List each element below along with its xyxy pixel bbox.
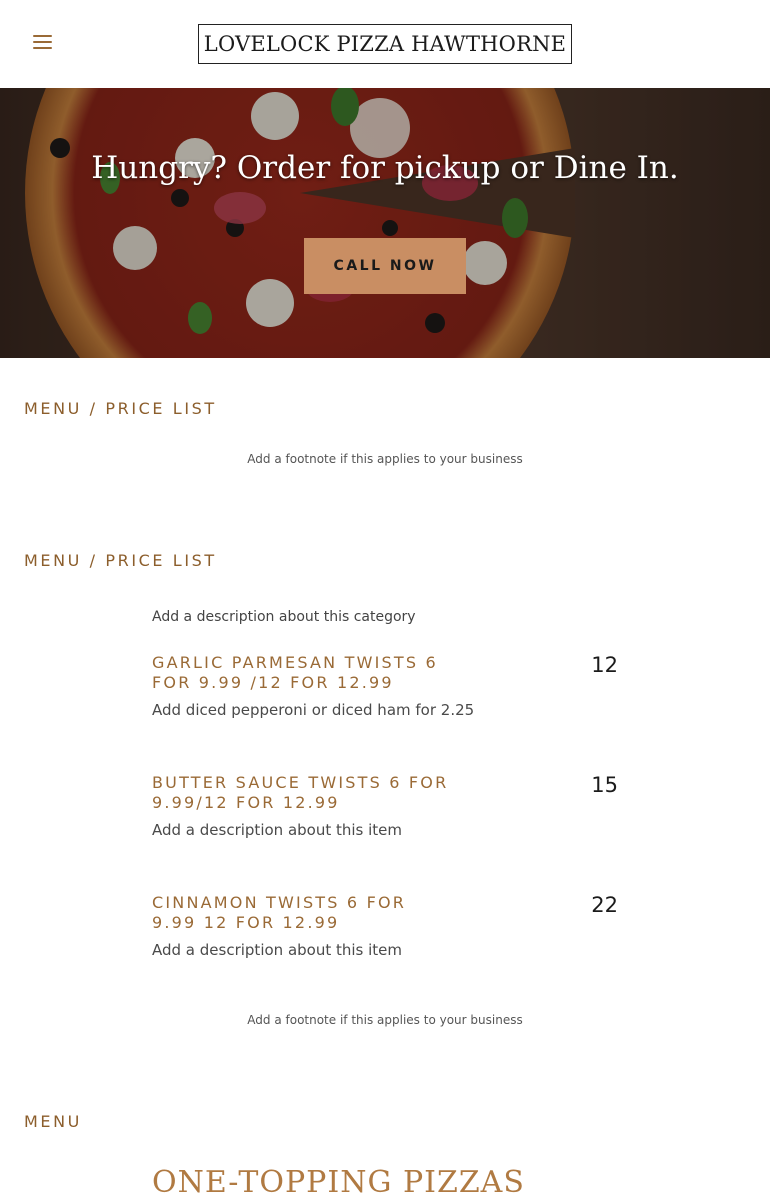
section-title-price-list-2: MENU / PRICE LIST	[24, 551, 217, 570]
menu-item: GARLIC PARMESAN TWISTS 6 FOR 9.99 /12 FO…	[152, 653, 622, 719]
section-title-price-list-1: MENU / PRICE LIST	[24, 399, 217, 418]
call-now-button[interactable]: CALL NOW	[304, 238, 466, 294]
menu-item-name: GARLIC PARMESAN TWISTS 6 FOR 9.99 /12 FO…	[152, 653, 438, 692]
menu-item-name: CINNAMON TWISTS 6 FOR 9.99 12 FOR 12.99	[152, 893, 407, 932]
menu-item-description: Add a description about this item	[152, 941, 403, 959]
logo-text: LOVELOCK PIZZA HAWTHORNE	[203, 32, 567, 56]
menu-item: CINNAMON TWISTS 6 FOR 9.99 12 FOR 12.99 …	[152, 893, 622, 959]
menu-item-price: 12	[591, 653, 618, 677]
menu-item-price: 22	[591, 893, 618, 917]
site-header: LOVELOCK PIZZA HAWTHORNE	[0, 0, 770, 88]
pizza-background-image	[0, 88, 770, 358]
menu-category-heading: ONE-TOPPING PIZZAS	[152, 1165, 525, 1200]
call-now-label: CALL NOW	[333, 258, 437, 274]
menu-item-description: Add diced pepperoni or diced ham for 2.2…	[152, 701, 475, 719]
category-description: Add a description about this category	[152, 609, 416, 625]
hero-banner: Hungry? Order for pickup or Dine In. CAL…	[0, 88, 770, 358]
site-logo[interactable]: LOVELOCK PIZZA HAWTHORNE	[198, 24, 572, 64]
footnote-2: Add a footnote if this applies to your b…	[247, 1013, 523, 1027]
menu-item: BUTTER SAUCE TWISTS 6 FOR 9.99/12 FOR 12…	[152, 773, 622, 839]
menu-item-name: BUTTER SAUCE TWISTS 6 FOR 9.99/12 FOR 12…	[152, 773, 449, 812]
menu-item-description: Add a description about this item	[152, 821, 403, 839]
hero-title: Hungry? Order for pickup or Dine In.	[91, 150, 679, 186]
footnote-1: Add a footnote if this applies to your b…	[247, 452, 523, 466]
section-title-menu: MENU	[24, 1112, 82, 1131]
hamburger-menu-icon[interactable]	[33, 35, 53, 53]
menu-item-price: 15	[591, 773, 618, 797]
